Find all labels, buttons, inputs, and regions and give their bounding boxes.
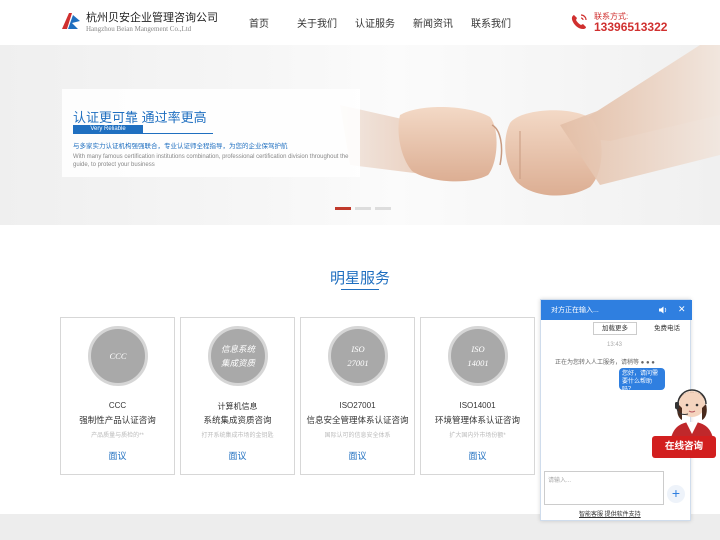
chat-status: 对方正在输入...	[551, 307, 599, 314]
service-circle-label: CCC	[109, 351, 127, 361]
nav-certification[interactable]: 认证服务	[346, 15, 404, 30]
nav-news[interactable]: 新闻资讯	[404, 15, 462, 30]
service-quote-button[interactable]: 面议	[301, 449, 414, 462]
banner-caption: 认证更可靠 通过率更高 Very Reliable 与多家实力认证机构强强联合，…	[62, 89, 360, 177]
service-subtitle: 国际认可的信息安全体系	[324, 433, 391, 439]
service-circle: CCC	[88, 326, 148, 386]
phone-icon	[571, 14, 587, 29]
banner-description: 与多家实力认证机构强强联合，专业认证师全程指导，为您的企业保驾护航	[73, 143, 288, 150]
free-call-button[interactable]: 免费电话	[654, 322, 680, 332]
chat-message-input[interactable]: 请输入...	[544, 471, 664, 505]
carousel-dot-1[interactable]	[335, 207, 351, 210]
close-icon[interactable]: ✕	[678, 304, 686, 315]
service-circle-label: ISO 27001	[347, 344, 369, 368]
service-code: CCC	[108, 401, 127, 410]
contact-phone[interactable]: 13396513322	[594, 20, 667, 34]
service-name: 信息安全管理体系认证咨询	[306, 415, 409, 425]
service-quote-button[interactable]: 面议	[421, 449, 534, 462]
service-circle: 信息系统 集成资质	[208, 326, 268, 386]
hero-banner: 认证更可靠 通过率更高 Very Reliable 与多家实力认证机构强强联合，…	[0, 45, 720, 225]
company-name: 杭州贝安企业管理咨询公司	[86, 12, 218, 24]
service-subtitle: 产品质量与质检的**	[91, 433, 144, 439]
chat-system-message: 正在为您转入人工服务，请稍等 ● ● ●	[555, 360, 655, 366]
chat-timestamp: 13:43	[607, 342, 623, 348]
service-circle: ISO 27001	[328, 326, 388, 386]
chat-agent-bubble: 您好，请问需要什么帮助吗？	[619, 368, 665, 393]
service-quote-button[interactable]: 面议	[181, 449, 294, 462]
service-circle: ISO 14001	[448, 326, 508, 386]
service-code: ISO14001	[459, 401, 496, 410]
online-consult-button[interactable]: 在线咨询	[652, 436, 716, 458]
banner-description-english: With many famous certification instituti…	[73, 154, 349, 168]
service-card-iso14001[interactable]: ISO 14001 ISO14001 环境管理体系认证咨询 扩大国内外市场份额*…	[420, 317, 535, 475]
carousel-dot-2[interactable]	[355, 207, 371, 210]
service-code: 计算机信息	[217, 402, 258, 411]
chat-header: 对方正在输入... ✕	[541, 300, 692, 320]
section-underline	[341, 289, 379, 290]
add-attachment-icon[interactable]: +	[667, 485, 685, 503]
main-nav: 首页 关于我们 认证服务 新闻资讯 联系我们	[230, 15, 520, 30]
service-quote-button[interactable]: 面议	[61, 449, 174, 462]
company-english-name: Hangzhou Beian Mangement Co.,Ltd	[86, 25, 192, 33]
service-subtitle: 扩大国内外市场份额*	[449, 433, 506, 439]
banner-headline: 认证更可靠 通过率更高	[73, 110, 207, 125]
service-card-iso27001[interactable]: ISO 27001 ISO27001 信息安全管理体系认证咨询 国际认可的信息安…	[300, 317, 415, 475]
service-circle-label: ISO 14001	[467, 344, 489, 368]
service-code: ISO27001	[339, 401, 376, 410]
company-logo-icon[interactable]	[60, 11, 82, 31]
service-card-system-integration[interactable]: 信息系统 集成资质 计算机信息 系统集成资质咨询 打开系统集成市场的金钥匙 面议	[180, 317, 295, 475]
service-name: 环境管理体系认证咨询	[434, 415, 520, 425]
section-title: 明星服务	[329, 270, 390, 287]
service-subtitle: 打开系统集成市场的金钥匙	[201, 433, 274, 439]
service-name: 强制性产品认证咨询	[79, 415, 156, 425]
nav-about[interactable]: 关于我们	[288, 15, 346, 30]
service-card-ccc[interactable]: CCC CCC 强制性产品认证咨询 产品质量与质检的** 面议	[60, 317, 175, 475]
load-more-button[interactable]: 加载更多	[593, 322, 637, 335]
carousel-dot-3[interactable]	[375, 207, 391, 210]
carousel-dots	[335, 207, 391, 210]
volume-icon[interactable]	[658, 305, 668, 315]
nav-contact[interactable]: 联系我们	[462, 15, 520, 30]
nav-home[interactable]: 首页	[230, 15, 288, 30]
service-circle-label: 信息系统 集成资质	[220, 344, 255, 368]
chat-powered-by[interactable]: 智能客服 提供软件支持	[579, 509, 641, 518]
site-header: 杭州贝安企业管理咨询公司 Hangzhou Beian Mangement Co…	[0, 0, 720, 45]
banner-badge: Very Reliable	[73, 125, 143, 134]
service-name: 系统集成资质咨询	[203, 415, 272, 425]
